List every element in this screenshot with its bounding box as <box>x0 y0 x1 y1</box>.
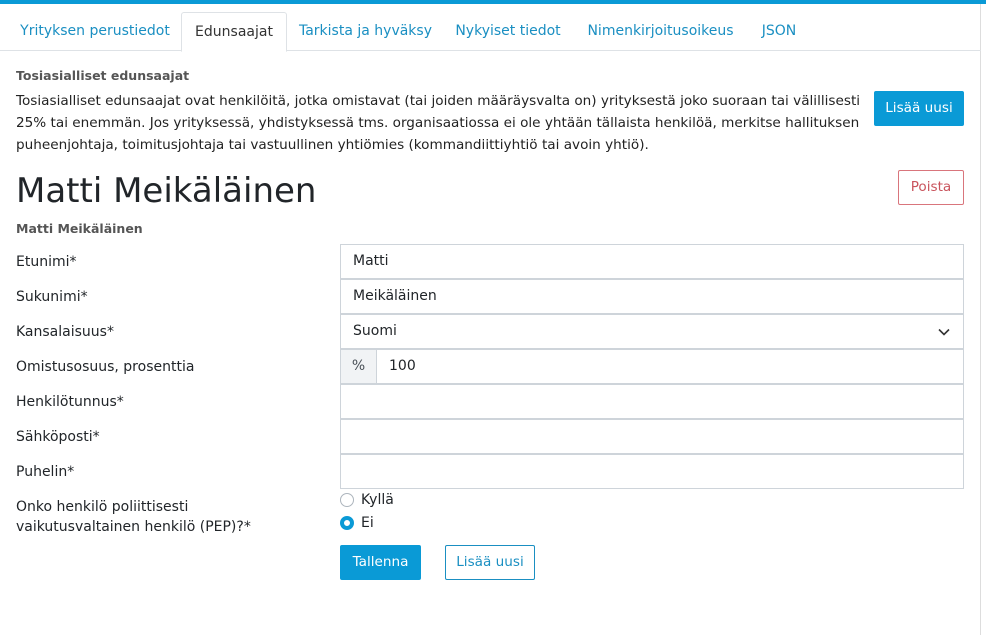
top-accent-bar <box>0 0 986 4</box>
ownership-field[interactable]: 100 <box>376 349 964 384</box>
tab-tarkista-ja-hyvaksy[interactable]: Tarkista ja hyväksy <box>288 12 443 51</box>
last-name-field[interactable]: Meikäläinen <box>340 279 964 314</box>
intro-text: Tosiasialliset edunsaajat ovat henkilöit… <box>16 93 861 153</box>
first-name-field[interactable]: Matti <box>340 244 964 279</box>
email-label: Sähköposti* <box>16 429 100 445</box>
tab-nimenkirjoitusoikeus[interactable]: Nimenkirjoitusoikeus <box>573 12 748 51</box>
pep-option-no-label: Ei <box>361 515 374 531</box>
person-subtitle: Matti Meikäläinen <box>16 221 143 236</box>
radio-unchecked-icon[interactable] <box>340 493 354 507</box>
ssn-field[interactable] <box>340 384 964 419</box>
save-button[interactable]: Tallenna <box>340 545 421 580</box>
ssn-label: Henkilötunnus* <box>16 394 124 410</box>
section-label: Tosiasialliset edunsaajat <box>16 68 190 83</box>
tab-json[interactable]: JSON <box>748 12 810 51</box>
nationality-label: Kansalaisuus* <box>16 324 114 340</box>
percent-prefix: % <box>340 349 377 384</box>
tab-bar: Yrityksen perustiedot Edunsaajat Tarkist… <box>0 12 981 52</box>
email-field[interactable] <box>340 419 964 454</box>
radio-checked-icon[interactable] <box>340 516 354 530</box>
tab-yrityksen-perustiedot[interactable]: Yrityksen perustiedot <box>9 12 181 51</box>
nationality-select[interactable]: Suomi <box>340 314 964 349</box>
ownership-label: Omistusosuus, prosenttia <box>16 359 195 375</box>
chevron-down-icon <box>938 328 950 336</box>
add-new-top-button[interactable]: Lisää uusi <box>874 91 964 126</box>
first-name-label: Etunimi* <box>16 254 77 270</box>
pep-label: Onko henkilö poliittisesti vaikutusvalta… <box>16 499 251 535</box>
add-new-bottom-button[interactable]: Lisää uusi <box>445 545 535 580</box>
last-name-label: Sukunimi* <box>16 289 88 305</box>
tab-nykyiset-tiedot[interactable]: Nykyiset tiedot <box>443 12 573 51</box>
nationality-value: Suomi <box>353 323 397 339</box>
phone-field[interactable] <box>340 454 964 489</box>
person-title: Matti Meikäläinen <box>16 171 317 211</box>
delete-button[interactable]: Poista <box>898 170 964 205</box>
tab-edunsaajat[interactable]: Edunsaajat <box>181 12 287 52</box>
phone-label: Puhelin* <box>16 464 75 480</box>
right-border <box>980 4 981 635</box>
pep-option-yes-label: Kyllä <box>361 492 394 508</box>
